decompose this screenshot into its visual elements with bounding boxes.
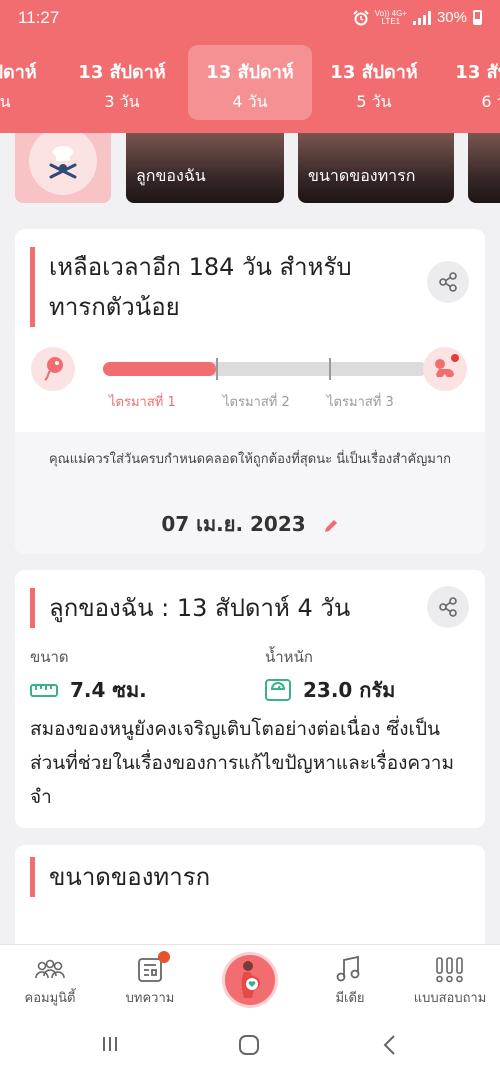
community-icon — [35, 959, 65, 979]
feature-strip: ลูกของฉัน ขนาดของทารก — [0, 133, 500, 205]
trimester-divider — [216, 358, 218, 380]
recent-apps-icon — [103, 1037, 117, 1051]
home-icon — [239, 1035, 259, 1055]
share-icon — [439, 597, 457, 617]
week-tab[interactable]: 13 สัปดาห์ 5 วัน — [313, 45, 435, 120]
music-icon — [336, 955, 360, 982]
baby-description: สมองของหนูยังคงเจริญเติบโตอย่างต่อเนื่อง… — [30, 718, 454, 808]
nav-articles[interactable]: บทความ — [100, 951, 200, 1008]
thumbnail-partial[interactable] — [468, 133, 500, 203]
weight-metric: 23.0 กรัม — [265, 674, 395, 706]
app-header: 11:27 Vo)) 4G+LTE1 30% 13 สัปดาห์2 วัน 1… — [0, 0, 500, 133]
due-date-note: คุณแม่ควรใส่วันครบกำหนดคลอดให้ถูกต้องที่… — [48, 452, 452, 467]
size-value: 7.4 ซม. — [70, 678, 147, 702]
my-baby-card: ลูกของฉัน : 13 สัปดาห์ 4 วัน ขนาด 7.4 ซม… — [15, 570, 485, 828]
progress-fill — [103, 362, 217, 376]
recipe-shortcut[interactable] — [15, 133, 111, 203]
pregnancy-icon — [241, 961, 261, 998]
nav-community[interactable]: คอมมูนิตี้ — [0, 953, 100, 1008]
weight-value: 23.0 กรัม — [303, 678, 396, 702]
share-button[interactable] — [427, 586, 469, 628]
week-tab[interactable]: 13 สัปดาห์2 วัน — [0, 45, 54, 120]
week-tab[interactable]: 13 สัปดาห์6 วัน — [438, 45, 500, 120]
trimester-2-label: ไตรมาสที่ 2 — [223, 395, 290, 410]
status-bar: 11:27 Vo)) 4G+ LTE1 30% — [0, 0, 500, 38]
status-time: 11:27 — [18, 8, 60, 27]
ruler-icon — [30, 684, 58, 697]
weight-label: น้ำหนัก — [265, 648, 313, 666]
week-selector[interactable]: 13 สัปดาห์2 วัน 13 สัปดาห์3 วัน 13 สัปดา… — [0, 45, 500, 120]
my-baby-thumbnail[interactable]: ลูกของฉัน — [126, 133, 284, 203]
countdown-title: เหลือเวลาอีก 184 วัน สำหรับ ทารกตัวน้อย — [30, 247, 352, 327]
countdown-card: เหลือเวลาอีก 184 วัน สำหรับ ทารกตัวน้อย … — [15, 229, 485, 554]
my-baby-title: ลูกของฉัน : 13 สัปดาห์ 4 วัน — [30, 588, 350, 628]
battery-percent: 30% — [436, 9, 467, 26]
alarm-icon — [353, 9, 369, 25]
sperm-egg-icon — [31, 347, 75, 391]
due-date-section: คุณแม่ควรใส่วันครบกำหนดคลอดให้ถูกต้องที่… — [15, 432, 485, 554]
volte-indicator: Vo)) 4G+ LTE1 — [374, 8, 407, 26]
baby-size-title: ขนาดของทารก — [30, 857, 210, 897]
home-button[interactable] — [238, 1034, 260, 1060]
status-icons: Vo)) 4G+ LTE1 30% — [353, 9, 482, 26]
back-button[interactable] — [380, 1034, 400, 1060]
notification-badge — [158, 951, 170, 963]
scale-icon — [265, 679, 291, 701]
size-label: ขนาด — [30, 648, 69, 666]
size-metric: 7.4 ซม. — [30, 674, 147, 706]
pregnancy-progress-bar — [103, 358, 427, 380]
trimester-1-label: ไตรมาสที่ 1 — [109, 395, 176, 410]
due-date-value: 07 เม.ย. 2023 — [161, 512, 306, 536]
share-icon — [439, 272, 457, 292]
signal-icon — [412, 10, 431, 25]
system-navigation-bar — [0, 1020, 500, 1072]
baby-crawling-icon — [423, 347, 467, 391]
due-date-row[interactable]: 07 เม.ย. 2023 — [15, 508, 485, 540]
nav-quiz[interactable]: แบบสอบถาม — [400, 953, 500, 1008]
share-button[interactable] — [427, 261, 469, 303]
nav-media[interactable]: มีเดีย — [300, 953, 400, 1008]
week-tab-selected[interactable]: 13 สัปดาห์ 4 วัน — [188, 45, 312, 120]
trimester-3-label: ไตรมาสที่ 3 — [327, 395, 394, 410]
trimester-divider — [329, 358, 331, 380]
pencil-edit-icon[interactable] — [323, 518, 339, 534]
battery-icon — [473, 10, 482, 25]
week-tab[interactable]: 13 สัปดาห์ 3 วัน — [61, 45, 183, 120]
quiz-icon — [436, 957, 463, 983]
nav-pregnancy-home[interactable] — [222, 952, 278, 1008]
back-icon — [383, 1035, 395, 1055]
chef-hat-icon — [29, 133, 97, 195]
baby-size-thumbnail[interactable]: ขนาดของทารก — [298, 133, 454, 203]
recent-apps-button[interactable] — [100, 1034, 120, 1058]
bottom-navigation: คอมมูนิตี้ บทความ มีเดีย แบบสอบถาม — [0, 944, 500, 1020]
